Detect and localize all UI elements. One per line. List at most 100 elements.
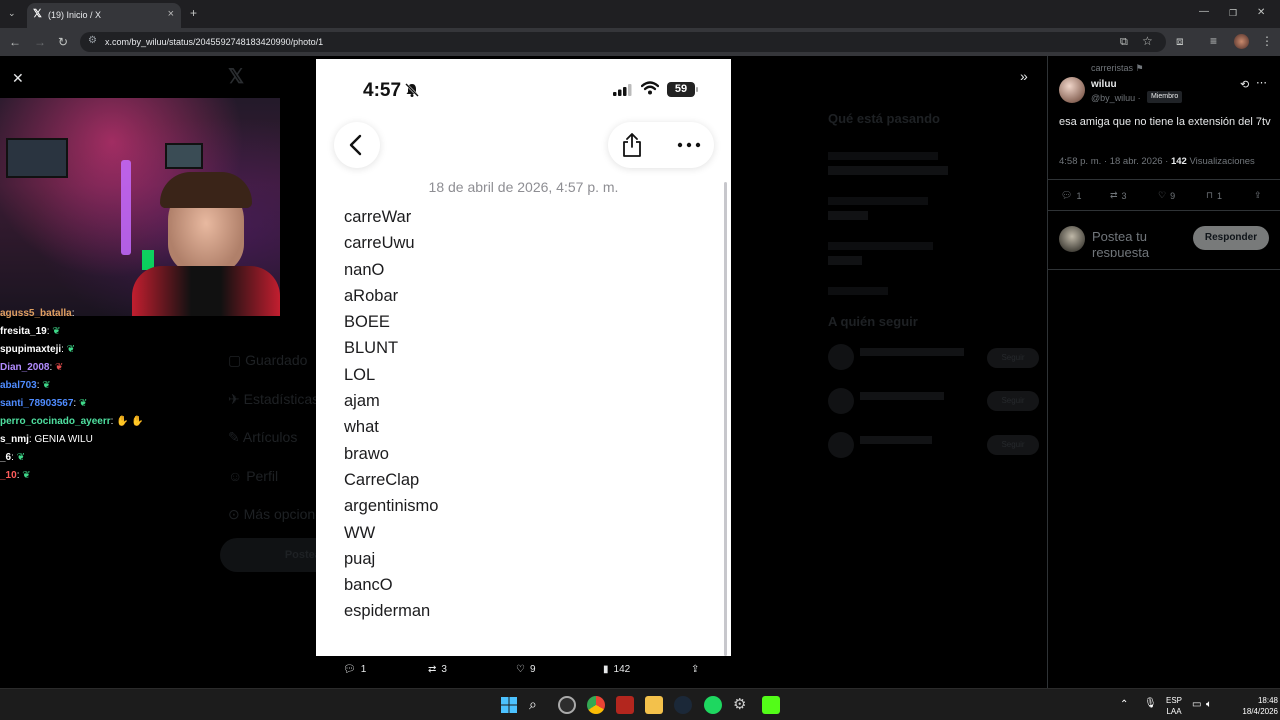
settings-gear-icon[interactable]: ⚙ (733, 696, 751, 714)
viewer-avatar (1059, 226, 1085, 252)
close-viewer-icon[interactable]: ✕ (12, 70, 24, 87)
reply-input[interactable]: Postea tu respuesta (1092, 229, 1182, 257)
like-button[interactable]: ♡ 9 (1158, 190, 1175, 201)
back-arrow-icon[interactable]: ← (9, 36, 21, 48)
chat-message: spupimaxteji: ❦ (0, 344, 76, 355)
steam-icon[interactable] (674, 696, 692, 714)
viewer-repost-count: 3 (441, 664, 447, 675)
tweet-date[interactable]: 18 abr. 2026 (1110, 156, 1163, 167)
repost-button[interactable]: ⇄ 3 (1110, 190, 1127, 201)
site-info-icon[interactable]: ⚙ (88, 35, 97, 46)
author-name[interactable]: wiluu (1091, 79, 1117, 90)
rocket-icon: ✈ (228, 390, 240, 407)
volume-icon[interactable]: 🔈︎ (1206, 699, 1212, 710)
windows-start-icon[interactable] (500, 696, 518, 714)
close-window-button[interactable]: ✕ (1257, 7, 1265, 19)
grok-icon[interactable]: ⟲ (1240, 78, 1249, 91)
tab-search-icon[interactable]: ⌄ (8, 7, 16, 19)
note-line: bancO (344, 576, 393, 595)
author-handle[interactable]: @by_wiluu · (1091, 93, 1141, 103)
browser-toolbar: ← → ↻ ⚙ x.com/by_wiluu/status/2045592748… (0, 28, 1280, 56)
divider (1048, 269, 1280, 270)
note-line: BOEE (344, 313, 390, 332)
chat-message: abal703: ❦ (0, 380, 51, 391)
emote-icon: ❦ (66, 344, 76, 355)
media-controls-icon[interactable]: ≡ (1210, 35, 1217, 47)
bar-chart-icon: ▮ (603, 664, 609, 675)
divider (1048, 179, 1280, 180)
more-options-icon[interactable]: ⋯ (1256, 76, 1267, 89)
reply-icon: 💬︎ (1061, 190, 1073, 200)
chat-message: fresita_19: ❦ (0, 326, 61, 337)
new-tab-icon[interactable]: + (190, 7, 197, 19)
note-line: nanO (344, 260, 385, 279)
viewer-views-button[interactable]: ▮ 142 (603, 664, 630, 675)
extensions-icon[interactable]: ⧈ (1176, 35, 1184, 47)
x-logo-icon: 𝕏 (33, 8, 42, 20)
reload-icon[interactable]: ↻ (58, 36, 68, 48)
author-avatar[interactable] (1059, 77, 1085, 103)
emote-icon: ❦ (16, 452, 26, 463)
share-upload-icon: ⇪ (691, 664, 700, 675)
viewer-reply-button[interactable]: 💬︎ 1 (343, 664, 366, 675)
note-line: brawo (344, 444, 389, 463)
nav-item-guardado: ▢ Guardado (228, 352, 308, 368)
heart-icon: ♡ (516, 664, 525, 675)
bell-muted-icon (405, 83, 419, 97)
bookmark-icon: ⊓ (1206, 190, 1214, 200)
network-icon[interactable]: ▭ (1192, 699, 1201, 710)
viewer-like-button[interactable]: ♡ 9 (516, 664, 536, 675)
phone-status-time: 4:57 (363, 80, 402, 101)
language-indicator[interactable]: ESP LAA (1166, 695, 1182, 717)
restore-button[interactable]: ❐ (1229, 7, 1237, 19)
article-icon: ✎ (228, 429, 240, 445)
reply-button[interactable]: 💬︎ 1 (1061, 190, 1081, 201)
left-nav-background: ▢ Guardado ✈ Estadísticas ✎ Artículos ☺ … (228, 341, 330, 534)
clock[interactable]: 18:48 18/4/2026 (1238, 695, 1278, 717)
menu-kebab-icon[interactable]: ⋮ (1261, 35, 1273, 47)
file-explorer-icon[interactable] (645, 696, 663, 714)
address-bar[interactable]: ⚙ x.com/by_wiluu/status/2045592748183420… (80, 32, 1166, 52)
note-line: carreWar (344, 208, 412, 226)
microphone-icon[interactable]: 🎙︎ (1144, 698, 1157, 709)
stream-webcam-overlay (0, 98, 280, 316)
member-badge: Miembro (1147, 91, 1183, 103)
note-body: carreWar carreUwu nanO aRobar BOEE BLUNT… (344, 204, 438, 625)
viewer-share-button[interactable]: ⇪ (691, 664, 699, 675)
person-icon: ☺ (228, 467, 243, 484)
obs-icon[interactable] (558, 696, 576, 714)
community-label[interactable]: carreristas ⚑ (1091, 63, 1144, 74)
cast-icon[interactable]: ⧉ (1120, 36, 1128, 48)
tv-right (165, 143, 203, 169)
viewer-like-count: 9 (529, 664, 536, 675)
tab-close-icon[interactable]: × (168, 8, 174, 20)
x-logo-background: 𝕏 (228, 66, 245, 88)
chevron-up-icon[interactable]: ⌃ (1120, 699, 1128, 710)
battery-indicator: 59 (667, 82, 695, 97)
emote-icon: ❦ (78, 398, 88, 409)
viewer-repost-button[interactable]: ⇄ 3 (428, 664, 447, 675)
chat-message: s_nmj: GENIA WILU (0, 434, 93, 445)
reply-submit-button[interactable]: Responder (1193, 226, 1269, 250)
note-line: aRobar (344, 286, 399, 305)
expand-panel-icon[interactable]: » (1020, 68, 1028, 84)
profile-avatar[interactable] (1234, 34, 1249, 49)
share-button[interactable]: ⇪ (1254, 190, 1262, 201)
light-strip (121, 160, 131, 255)
kick-icon[interactable] (762, 696, 780, 714)
search-icon[interactable]: ⌕ (529, 696, 547, 714)
bookmark-star-icon[interactable]: ☆ (1142, 35, 1153, 47)
spotify-icon[interactable] (704, 696, 722, 714)
minimize-button[interactable]: — (1199, 6, 1209, 18)
chat-message: _6: ❦ (0, 452, 26, 463)
browser-tab[interactable]: 𝕏 (19) Inicio / X × (27, 3, 181, 28)
tweet-time[interactable]: 4:58 p. m. (1059, 156, 1101, 167)
forward-arrow-icon[interactable]: → (34, 36, 46, 48)
streamer-shirt (132, 266, 280, 316)
phone-scrollbar (724, 182, 727, 656)
bookmark-button[interactable]: ⊓ 1 (1206, 190, 1222, 201)
chrome-icon[interactable] (587, 696, 605, 714)
viewer-action-bar: 💬︎ 1 ⇄ 3 ♡ 9 ▮ 142 ⇪ (316, 659, 731, 683)
streamlabs-icon[interactable] (616, 696, 634, 714)
tweet-photo[interactable]: 4:57 59 18 de abril de 2026, 4:57 p. m. … (316, 59, 731, 656)
